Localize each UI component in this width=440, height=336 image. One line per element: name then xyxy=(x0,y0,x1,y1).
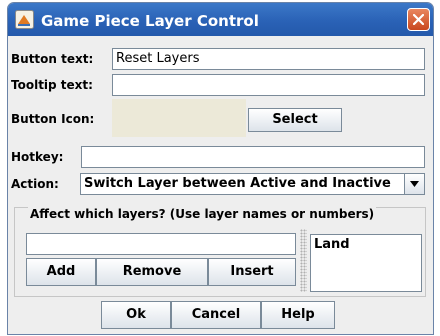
ok-button[interactable]: Ok xyxy=(101,301,171,329)
list-item[interactable]: Land xyxy=(314,237,418,252)
cancel-button[interactable]: Cancel xyxy=(171,301,261,329)
action-dropdown-button[interactable] xyxy=(404,174,424,194)
app-icon xyxy=(15,10,34,29)
button-text-label: Button text: xyxy=(11,52,94,66)
icon-preview xyxy=(112,99,246,137)
select-icon-button[interactable]: Select xyxy=(248,108,342,132)
button-icon-label: Button Icon: xyxy=(11,112,95,126)
action-select[interactable]: Switch Layer between Active and Inactive xyxy=(80,173,425,195)
title-bar[interactable]: Game Piece Layer Control xyxy=(8,3,433,36)
chevron-down-icon xyxy=(410,181,419,187)
action-label: Action: xyxy=(11,177,59,191)
tooltip-label: Tooltip text: xyxy=(11,78,93,92)
action-selected-value: Switch Layer between Active and Inactive xyxy=(84,176,391,191)
add-layer-button[interactable]: Add xyxy=(26,258,96,286)
hotkey-input[interactable] xyxy=(81,146,425,168)
hotkey-label: Hotkey: xyxy=(11,150,64,164)
layers-list[interactable]: Land xyxy=(310,234,422,292)
dialog-window: Game Piece Layer Control Button text: Re… xyxy=(7,2,434,335)
layers-group-title: Affect which layers? (Use layer names or… xyxy=(28,207,377,221)
dialog-body: Button text: Reset Layers Tooltip text: … xyxy=(8,36,433,334)
close-button[interactable] xyxy=(407,8,430,31)
button-text-input[interactable]: Reset Layers xyxy=(112,48,425,70)
help-button[interactable]: Help xyxy=(261,301,335,329)
window-title: Game Piece Layer Control xyxy=(41,12,259,30)
insert-layer-button[interactable]: Insert xyxy=(208,258,296,286)
remove-layer-button[interactable]: Remove xyxy=(96,258,208,286)
close-icon xyxy=(413,14,424,25)
tooltip-input[interactable] xyxy=(112,74,425,96)
split-pane-divider[interactable] xyxy=(300,229,307,292)
layer-entry-input[interactable] xyxy=(26,233,296,255)
